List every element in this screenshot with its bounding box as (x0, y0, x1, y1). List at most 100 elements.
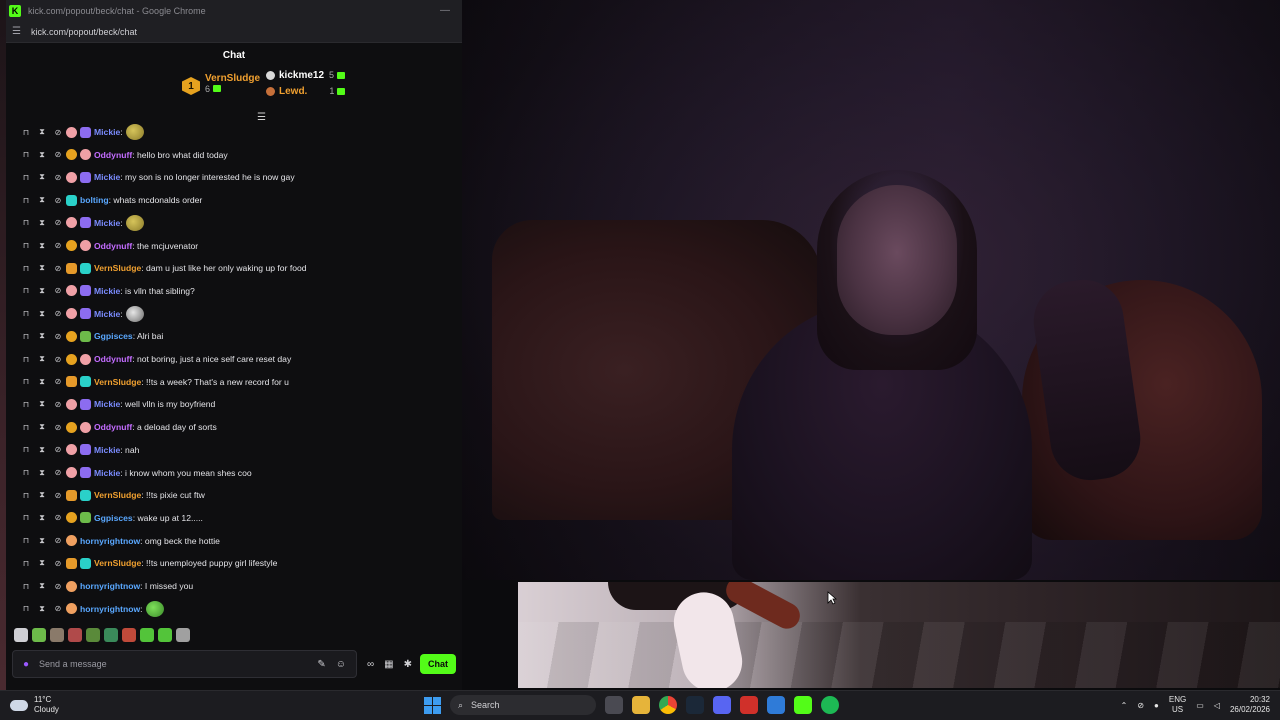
chat-message-list[interactable]: ⊓ ⧗ ⊘ Mickie: ⊓ ⧗ ⊘ Oddynuff: hello bro what di… (6, 122, 462, 622)
emote-icon[interactable] (68, 628, 82, 642)
ban-icon[interactable]: ⊘ (50, 128, 66, 137)
chat-username[interactable]: Oddynuff (94, 241, 132, 251)
chat-message[interactable]: ⊓ ⧗ ⊘ Mickie: is vlln that sibling? (18, 281, 195, 301)
top-gifter-third[interactable]: Lewd. 1 (266, 83, 346, 99)
chat-username[interactable]: Mickie (94, 468, 120, 478)
trash-icon[interactable]: ⊓ (18, 377, 34, 386)
trash-icon[interactable]: ⊓ (18, 604, 34, 613)
chat-username[interactable]: Ggpisces (94, 331, 133, 341)
timeout-icon[interactable]: ⧗ (34, 218, 50, 228)
trash-icon[interactable]: ⊓ (18, 536, 34, 545)
infinity-points-icon[interactable]: ∞ (367, 659, 374, 670)
ban-icon[interactable]: ⊘ (50, 604, 66, 613)
emoji-icon[interactable]: ☺ (336, 659, 346, 670)
timeout-icon[interactable]: ⧗ (34, 536, 50, 546)
emote-icon[interactable] (50, 628, 64, 642)
chat-message[interactable]: ⊓ ⧗ ⊘ Oddynuff: a deload day of sorts (18, 417, 217, 437)
chat-message[interactable]: ⊓ ⧗ ⊘ Oddynuff: not boring, just a nice sel… (18, 349, 291, 369)
chat-username[interactable]: hornyrightnow (80, 536, 140, 546)
trash-icon[interactable]: ⊓ (18, 582, 34, 591)
site-settings-icon[interactable]: ☰ (12, 26, 21, 37)
top-gifter-second[interactable]: kickme12 5 (266, 67, 346, 83)
ban-icon[interactable]: ⊘ (50, 332, 66, 341)
spotify-icon[interactable] (821, 696, 839, 714)
chat-username[interactable]: VernSludge (94, 263, 141, 273)
chat-username[interactable]: bolting (80, 195, 109, 205)
trash-icon[interactable]: ⊓ (18, 286, 34, 295)
ban-icon[interactable]: ⊘ (50, 286, 66, 295)
emote-icon[interactable] (158, 628, 172, 642)
pepe-emote-icon[interactable] (125, 124, 144, 140)
task-view-icon[interactable] (605, 696, 623, 714)
emote-icon[interactable] (176, 628, 190, 642)
chat-username[interactable]: Mickie (94, 309, 120, 319)
chat-message[interactable]: ⊓ ⧗ ⊘ Mickie: (18, 122, 144, 142)
timeout-icon[interactable]: ⧗ (34, 377, 50, 387)
display-icon[interactable]: ▭ (1196, 701, 1204, 710)
timeout-icon[interactable]: ⧗ (34, 263, 50, 273)
chat-message[interactable]: ⊓ ⧗ ⊘ VernSludge: dam u just like her only … (18, 258, 307, 278)
chat-message[interactable]: ⊓ ⧗ ⊘ bolting: whats mcdonalds order (18, 190, 202, 210)
chat-message[interactable]: ⊓ ⧗ ⊘ Mickie: (18, 213, 144, 233)
chat-message[interactable]: ⊓ ⧗ ⊘ VernSludge: !!ts pixie cut ftw (18, 485, 205, 505)
timeout-icon[interactable]: ⧗ (34, 172, 50, 182)
trash-icon[interactable]: ⊓ (18, 241, 34, 250)
timeout-icon[interactable]: ⧗ (34, 513, 50, 523)
mic-icon[interactable]: ● (23, 659, 29, 670)
timeout-icon[interactable]: ⧗ (34, 354, 50, 364)
chat-input[interactable]: ● Send a message ✎ ☺ (12, 650, 358, 678)
trash-icon[interactable]: ⊓ (18, 173, 34, 182)
ban-icon[interactable]: ⊘ (50, 218, 66, 227)
ban-icon[interactable]: ⊘ (50, 582, 66, 591)
timeout-icon[interactable]: ⧗ (34, 286, 50, 296)
chat-username[interactable]: Oddynuff (94, 150, 132, 160)
trash-icon[interactable]: ⊓ (18, 128, 34, 137)
ban-icon[interactable]: ⊘ (50, 150, 66, 159)
chat-username[interactable]: hornyrightnow (80, 581, 140, 591)
timeout-icon[interactable]: ⧗ (34, 399, 50, 409)
ban-icon[interactable]: ⊘ (50, 513, 66, 522)
chat-message[interactable]: ⊓ ⧗ ⊘ Mickie: my son is no longer intereste… (18, 167, 295, 187)
chat-message[interactable]: ⊓ ⧗ ⊘ Mickie: i know whom you mean shes coo (18, 463, 252, 483)
trash-icon[interactable]: ⊓ (18, 423, 34, 432)
ghost-emote-icon[interactable] (125, 305, 144, 322)
kick-app-icon[interactable] (794, 696, 812, 714)
chat-username[interactable]: Mickie (94, 218, 120, 228)
address-url[interactable]: kick.com/popout/beck/chat (31, 27, 137, 37)
timeout-icon[interactable]: ⧗ (34, 127, 50, 137)
ban-icon[interactable]: ⊘ (50, 241, 66, 250)
chat-message[interactable]: ⊓ ⧗ ⊘ Ggpisces: wake up at 12..... (18, 508, 203, 528)
clock[interactable]: 20:32 26/02/2026 (1230, 695, 1270, 715)
smile-emote-icon[interactable] (145, 600, 164, 617)
language-indicator[interactable]: ENG US (1169, 695, 1186, 715)
ban-icon[interactable]: ⊘ (50, 491, 66, 500)
emote-icon[interactable] (14, 628, 28, 642)
chat-username[interactable]: Mickie (94, 127, 120, 137)
trash-icon[interactable]: ⊓ (18, 150, 34, 159)
trash-icon[interactable]: ⊓ (18, 513, 34, 522)
chat-username[interactable]: VernSludge (94, 377, 141, 387)
chat-message[interactable]: ⊓ ⧗ ⊘ hornyrightnow: I missed you (18, 576, 193, 596)
ban-icon[interactable]: ⊘ (50, 536, 66, 545)
ban-icon[interactable]: ⊘ (50, 445, 66, 454)
chat-message[interactable]: ⊓ ⧗ ⊘ Oddynuff: the mcjuvenator (18, 236, 198, 256)
discord-icon[interactable] (713, 696, 731, 714)
chat-username[interactable]: Mickie (94, 445, 120, 455)
chat-message[interactable]: ⊓ ⧗ ⊘ Ggpisces: Alri bai (18, 326, 163, 346)
ban-icon[interactable]: ⊘ (50, 423, 66, 432)
trash-icon[interactable]: ⊓ (18, 445, 34, 454)
file-explorer-icon[interactable] (632, 696, 650, 714)
ban-icon[interactable]: ⊘ (50, 264, 66, 273)
chat-input-placeholder[interactable]: Send a message (39, 659, 317, 669)
timeout-icon[interactable]: ⧗ (34, 445, 50, 455)
top-gifter-first[interactable]: 1 VernSludge 6 (182, 73, 260, 95)
timeout-icon[interactable]: ⧗ (34, 150, 50, 160)
send-chat-button[interactable]: Chat (420, 654, 456, 674)
chat-username[interactable]: Oddynuff (94, 422, 132, 432)
taskbar-search[interactable]: ⌕ Search (450, 695, 596, 715)
chat-username[interactable]: hornyrightnow (80, 604, 140, 614)
trash-icon[interactable]: ⊓ (18, 355, 34, 364)
steam-icon[interactable] (686, 696, 704, 714)
timeout-icon[interactable]: ⧗ (34, 490, 50, 500)
chat-message[interactable]: ⊓ ⧗ ⊘ hornyrightnow: (18, 599, 164, 619)
